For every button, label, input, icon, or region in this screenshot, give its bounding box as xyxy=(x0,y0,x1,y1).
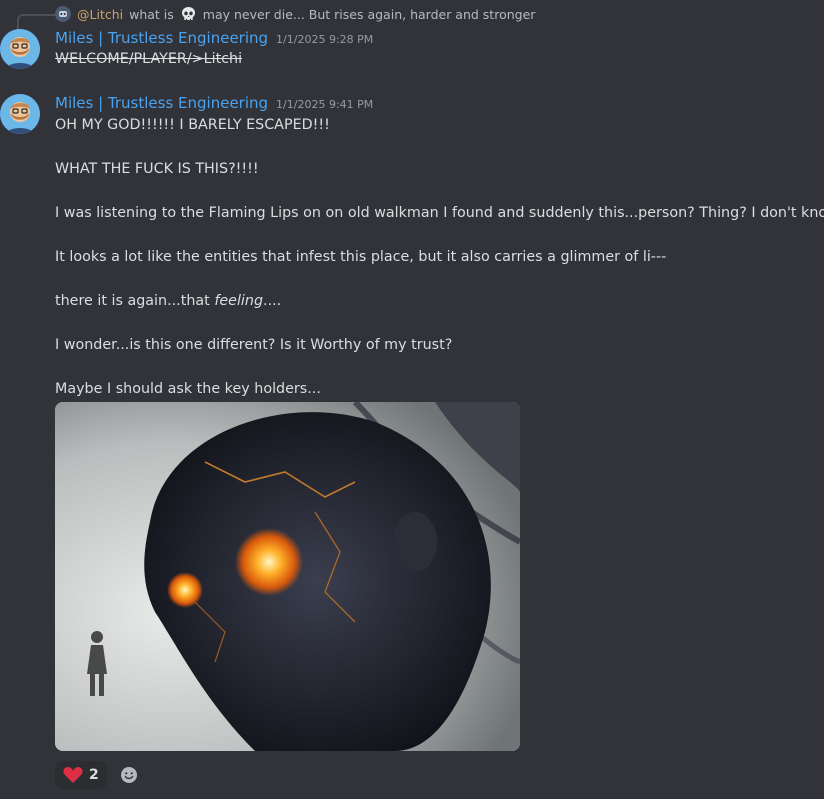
smiley-add-icon xyxy=(120,767,137,783)
user-avatar[interactable] xyxy=(0,29,40,69)
reaction-count: 2 xyxy=(89,767,99,783)
message-content: WELCOME/PLAYER/>Litchi xyxy=(55,48,242,70)
timestamp[interactable]: 1/1/2025 9:41 PM xyxy=(276,98,373,111)
reactions-bar: 2 xyxy=(55,761,145,789)
message-line: WHAT THE FUCK IS THIS?!!!! xyxy=(55,161,259,177)
italic-text: feeling xyxy=(214,293,264,309)
skull-emoji-icon xyxy=(180,6,197,23)
user-avatar[interactable] xyxy=(0,94,40,134)
message-line: I wonder...is this one different? Is it … xyxy=(55,337,453,353)
heart-icon xyxy=(63,767,83,783)
message-line: OH MY GOD!!!!!! I BARELY ESCAPED!!! xyxy=(55,117,330,133)
message-header: Miles | Trustless Engineering 1/1/2025 9… xyxy=(55,29,373,47)
reply-avatar[interactable] xyxy=(55,6,71,22)
reply-text-after: may never die... But rises again, harder… xyxy=(202,6,536,22)
strikethrough-text: WELCOME/PLAYER/>Litchi xyxy=(55,51,243,67)
message-line: It looks a lot like the entities that in… xyxy=(55,249,667,265)
bearded-man-avatar-icon xyxy=(0,29,40,69)
image-attachment[interactable] xyxy=(55,402,520,751)
message-header: Miles | Trustless Engineering 1/1/2025 9… xyxy=(55,94,373,112)
timestamp[interactable]: 1/1/2025 9:28 PM xyxy=(276,33,373,46)
message-line: Maybe I should ask the key holders... xyxy=(55,381,321,397)
bearded-man-avatar-icon xyxy=(0,94,40,134)
robot-avatar-icon xyxy=(55,6,71,22)
reply-text-before: what is xyxy=(129,6,174,22)
message-text: .... xyxy=(263,293,282,309)
message-line: I was listening to the Flaming Lips on o… xyxy=(55,205,824,221)
message-text: there it is again...that xyxy=(55,293,215,309)
message-line: there it is again...that feeling.... xyxy=(55,290,824,312)
reply-reference[interactable]: @Litchi what is may never die... But ris… xyxy=(55,5,535,23)
creature-artwork-image xyxy=(55,402,520,751)
username[interactable]: Miles | Trustless Engineering xyxy=(55,29,268,47)
message-content: OH MY GOD!!!!!! I BARELY ESCAPED!!! WHAT… xyxy=(55,114,824,400)
message-list: @Litchi what is may never die... But ris… xyxy=(0,0,824,799)
add-reaction-button[interactable] xyxy=(113,761,145,789)
username[interactable]: Miles | Trustless Engineering xyxy=(55,94,268,112)
reaction-heart[interactable]: 2 xyxy=(55,761,107,789)
reply-username[interactable]: @Litchi xyxy=(77,7,123,22)
